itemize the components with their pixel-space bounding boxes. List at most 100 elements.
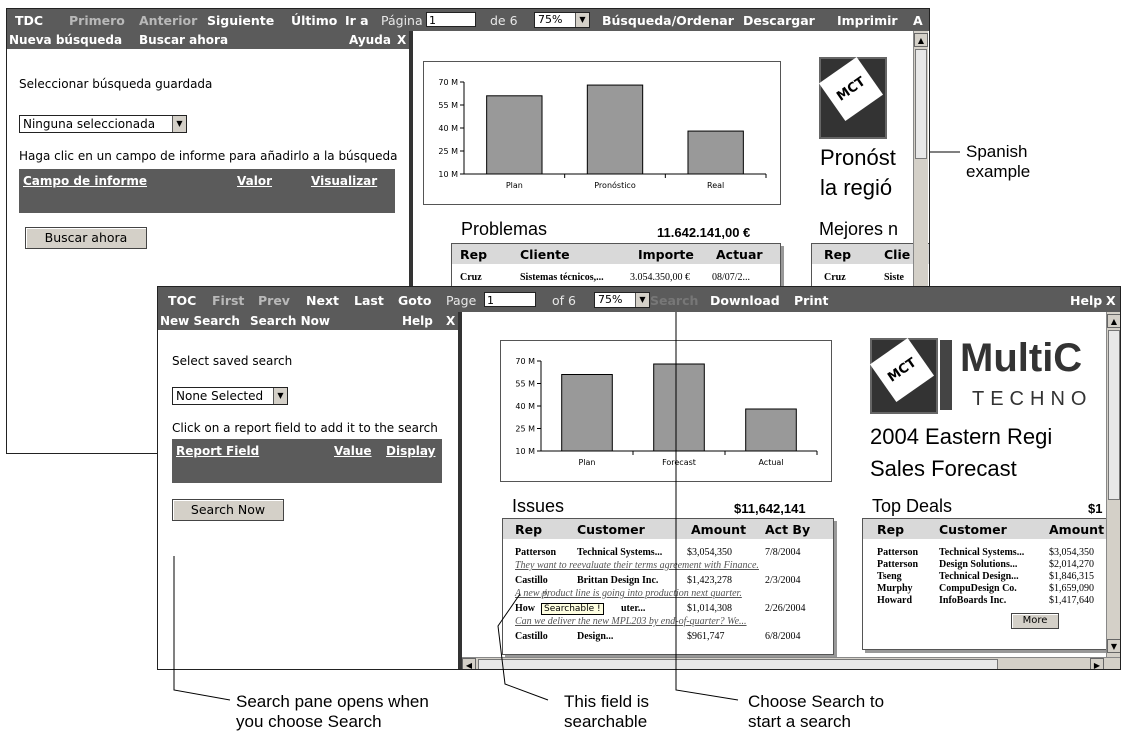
print-button[interactable]: Print [794,293,829,308]
deals-amount: $1,846,315 [1049,571,1094,582]
download-button[interactable]: Descargar [743,13,815,28]
scroll-left-icon[interactable]: ◀ [462,658,476,669]
issues-amount: 3.054.350,00 € [630,272,690,283]
display-header[interactable]: Display [386,444,435,458]
callout-spanish: Spanish example [966,142,1030,182]
col-amount: Amount [691,522,747,537]
scroll-down-icon[interactable]: ▼ [1107,639,1120,653]
es-chart-y-tick-label: 70 M [438,78,458,87]
col-rep: Rep [824,247,852,262]
deals-rep: Cruz [824,272,846,283]
search-now-link[interactable]: Buscar ahora [139,33,228,47]
issues-customer[interactable]: Design... [577,631,613,642]
chevron-down-icon[interactable]: ▼ [635,293,649,307]
first-button[interactable]: First [212,293,244,308]
scroll-thumb[interactable] [478,659,998,669]
scroll-thumb[interactable] [915,49,927,159]
es-chart-y-tick-label: 55 M [438,101,458,110]
close-icon[interactable]: X [1106,293,1116,308]
scroll-thumb[interactable] [1108,330,1120,500]
issues-customer[interactable]: Brittan Design Inc. [577,575,658,586]
scroll-up-icon[interactable]: ▲ [914,33,928,47]
deals-amount: $3,054,350 [1049,547,1094,558]
chevron-down-icon[interactable]: ▼ [172,116,186,132]
issues-amount: $961,747 [687,631,725,642]
download-button[interactable]: Download [710,293,780,308]
deals-customer: Technical Systems... [939,547,1025,558]
search-now-link[interactable]: Search Now [250,314,330,328]
col-act: Act By [765,522,811,537]
horizontal-scrollbar[interactable]: ◀ ▶ [462,657,1120,669]
zoom-select[interactable]: 75% ▼ [594,292,650,308]
en-chart-bar [561,374,613,452]
next-button[interactable]: Siguiente [207,13,274,28]
deals-rep: Murphy [877,583,913,594]
issues-total: $11,642,141 [734,501,806,516]
spanish-toolbar: TDC Primero Anterior Siguiente Último Ir… [7,9,929,31]
scroll-right-icon[interactable]: ▶ [1090,658,1104,669]
en-chart-y-tick-label: 10 M [515,447,535,456]
search-now-button[interactable]: Buscar ahora [25,227,147,249]
goto-button[interactable]: Goto [398,293,431,308]
deals-rep: Tseng [877,571,902,582]
callout-spanish-line2: example [966,162,1031,181]
issues-amount: $1,423,278 [687,575,732,586]
english-toolbar: TOC First Prev Next Last Goto Page 1 of … [158,287,1120,312]
goto-button[interactable]: Ir a [345,13,369,28]
value-header[interactable]: Value [334,444,372,458]
search-now-button[interactable]: Search Now [172,499,284,521]
prev-button[interactable]: Anterior [139,13,197,28]
callout-spanish-line1: Spanish [966,142,1028,161]
close-icon[interactable]: X [446,314,455,328]
search-button[interactable]: Búsqueda/Ordenar [602,13,734,28]
en-chart-y-tick-label: 55 M [515,380,535,389]
last-button[interactable]: Último [291,13,337,28]
issues-rep: Patterson [515,547,557,558]
deals-rep: Patterson [877,547,919,558]
zoom-select[interactable]: 75% ▼ [534,12,590,28]
close-icon[interactable]: X [397,33,406,47]
toc-button[interactable]: TOC [168,293,196,308]
report-field-header[interactable]: Campo de informe [23,174,147,188]
new-search-link[interactable]: New Search [160,314,240,328]
next-button[interactable]: Next [306,293,339,308]
deals-customer: Design Solutions... [939,559,1018,570]
first-button[interactable]: Primero [69,13,125,28]
report-field-header[interactable]: Report Field [176,444,259,458]
instructions-text: Click on a report field to add it to the… [172,421,438,435]
help-link[interactable]: Help [402,314,433,328]
help-link[interactable]: Ayuda [349,33,391,47]
page-input[interactable]: 1 [484,292,536,307]
last-button[interactable]: Last [354,293,384,308]
callout-choose-search-line1: Choose Search to [748,692,885,711]
chevron-down-icon[interactable]: ▼ [575,13,589,27]
saved-search-select[interactable]: Ninguna seleccionada ▼ [19,115,187,133]
deals-title: Top Deals [872,496,953,516]
issues-customer[interactable]: Sistemas técnicos,... [520,272,604,283]
display-header[interactable]: Visualizar [311,174,377,188]
col-customer: Cliente [520,247,570,262]
deals-amount: $1,659,090 [1049,583,1094,594]
issues-title: Problemas [461,219,548,239]
more-button[interactable]: More [1011,613,1059,629]
print-button[interactable]: Imprimir [837,13,898,28]
toc-button[interactable]: TDC [15,13,43,28]
issues-rep-partial: How [515,603,535,614]
callout-choose-search: Choose Search to start a search [748,692,884,732]
saved-search-select[interactable]: None Selected ▼ [172,387,288,405]
search-button[interactable]: Search [650,293,698,308]
issues-rep: Castillo [515,575,548,586]
help-link[interactable]: Help [1070,293,1102,308]
issues-customer-partial[interactable]: uter... [621,603,645,614]
en-chart-bar [745,408,797,452]
page-input[interactable]: 1 [426,12,476,27]
vertical-scrollbar[interactable]: ▲ ▼ [1106,312,1120,657]
report-title-line2: Sales Forecast [870,456,1017,481]
scroll-up-icon[interactable]: ▲ [1107,314,1120,328]
issues-customer[interactable]: Technical Systems... [577,547,662,558]
prev-button[interactable]: Prev [258,293,290,308]
deals-customer: Technical Design... [939,571,1019,582]
chevron-down-icon[interactable]: ▼ [273,388,287,404]
new-search-link[interactable]: Nueva búsqueda [9,33,122,47]
value-header[interactable]: Valor [237,174,272,188]
